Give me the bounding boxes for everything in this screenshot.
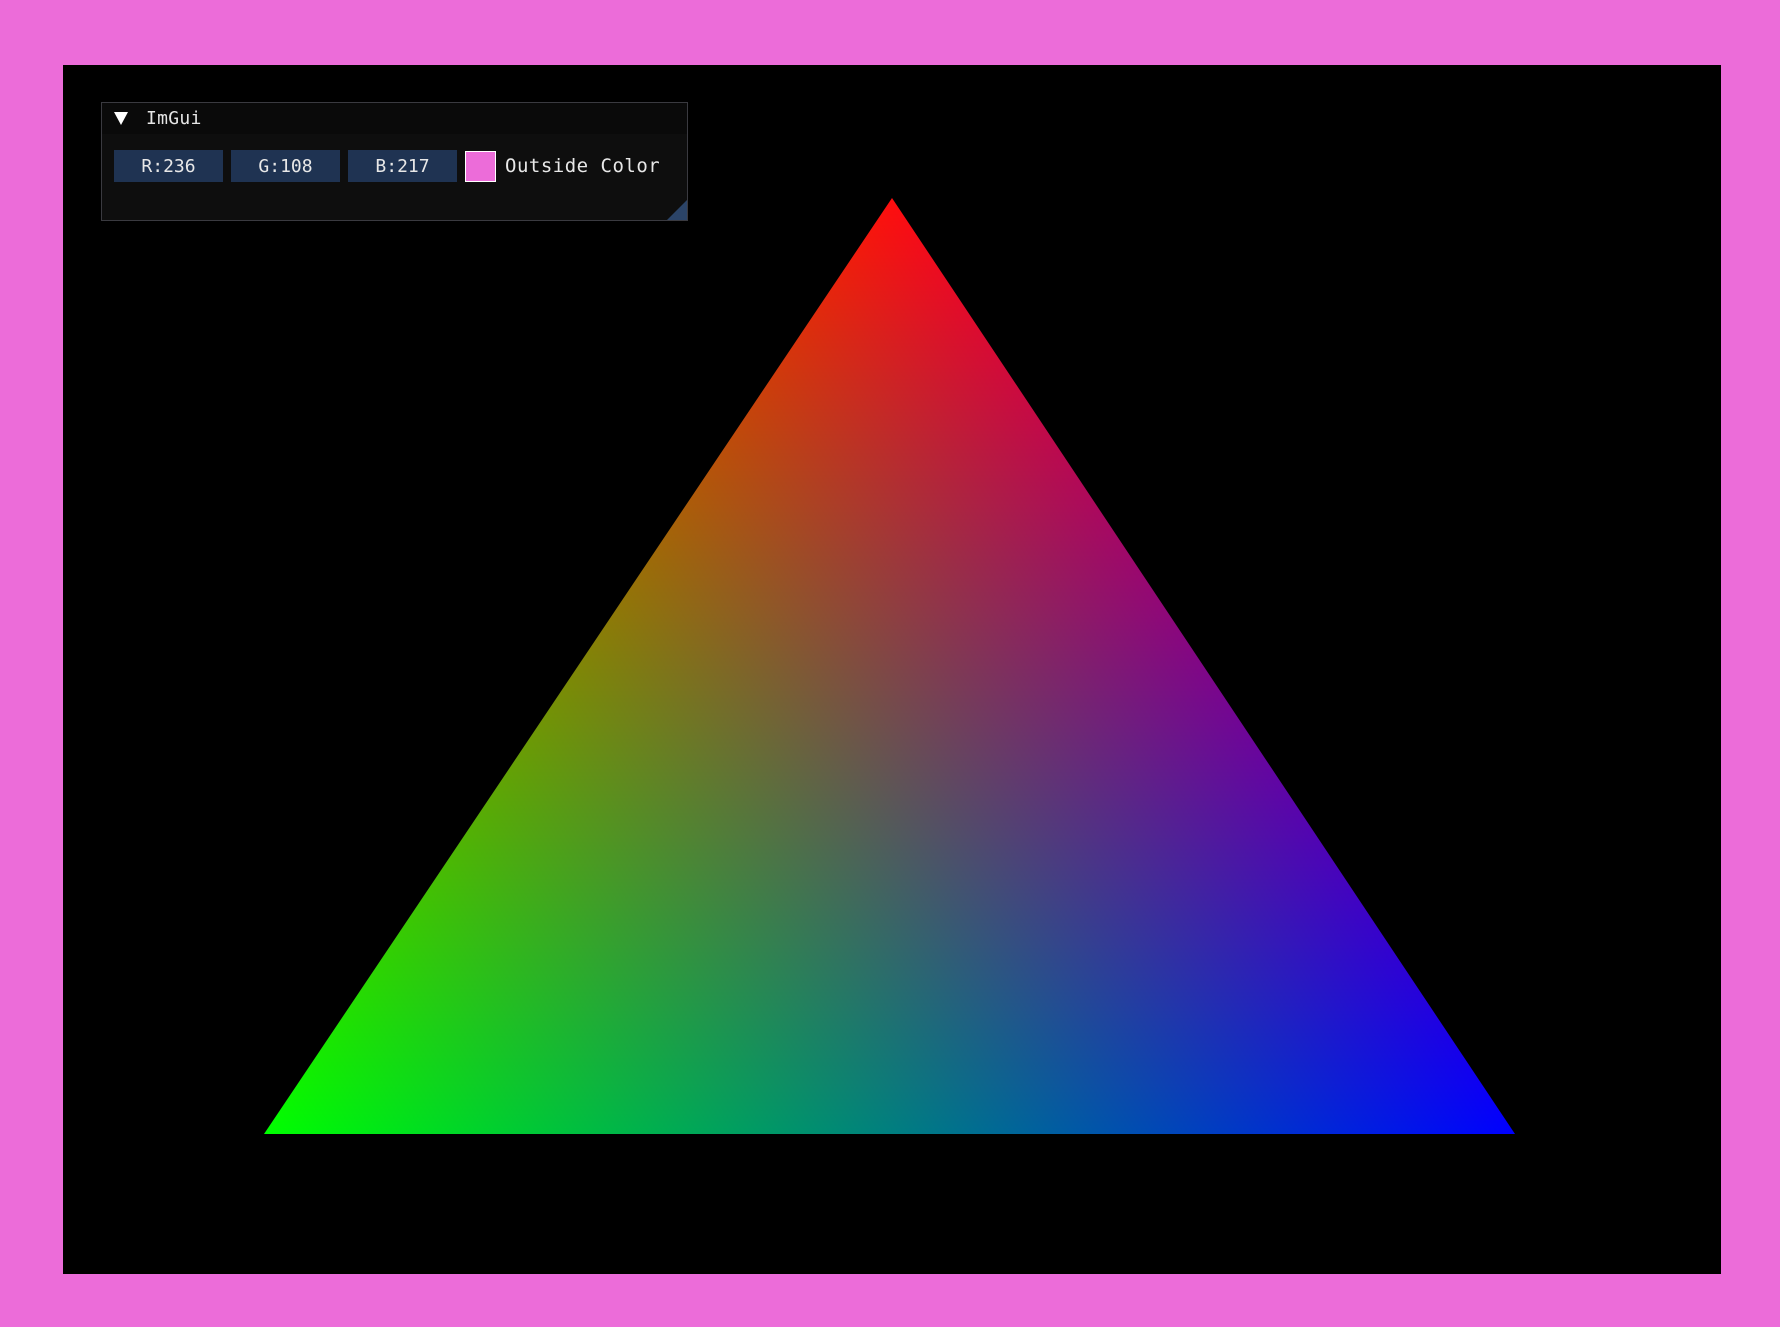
triangle-blue-channel — [264, 198, 1515, 1134]
red-drag-field[interactable]: R:236 — [114, 150, 223, 182]
triangle-down-icon[interactable] — [114, 112, 128, 125]
window-title-bar[interactable]: ImGui — [102, 103, 687, 134]
window-title: ImGui — [146, 108, 202, 129]
render-viewport: ImGui R:236 G:108 B:217 Outside Color — [63, 65, 1721, 1274]
color-swatch-button[interactable] — [465, 150, 496, 182]
outside-color-label: Outside Color — [505, 155, 661, 177]
blue-drag-field[interactable]: B:217 — [348, 150, 457, 182]
color-controls-row: R:236 G:108 B:217 Outside Color — [114, 150, 660, 182]
resize-grip[interactable] — [667, 200, 687, 220]
rgb-triangle — [264, 198, 1515, 1134]
imgui-window[interactable]: ImGui R:236 G:108 B:217 Outside Color — [101, 102, 688, 221]
green-drag-field[interactable]: G:108 — [231, 150, 340, 182]
